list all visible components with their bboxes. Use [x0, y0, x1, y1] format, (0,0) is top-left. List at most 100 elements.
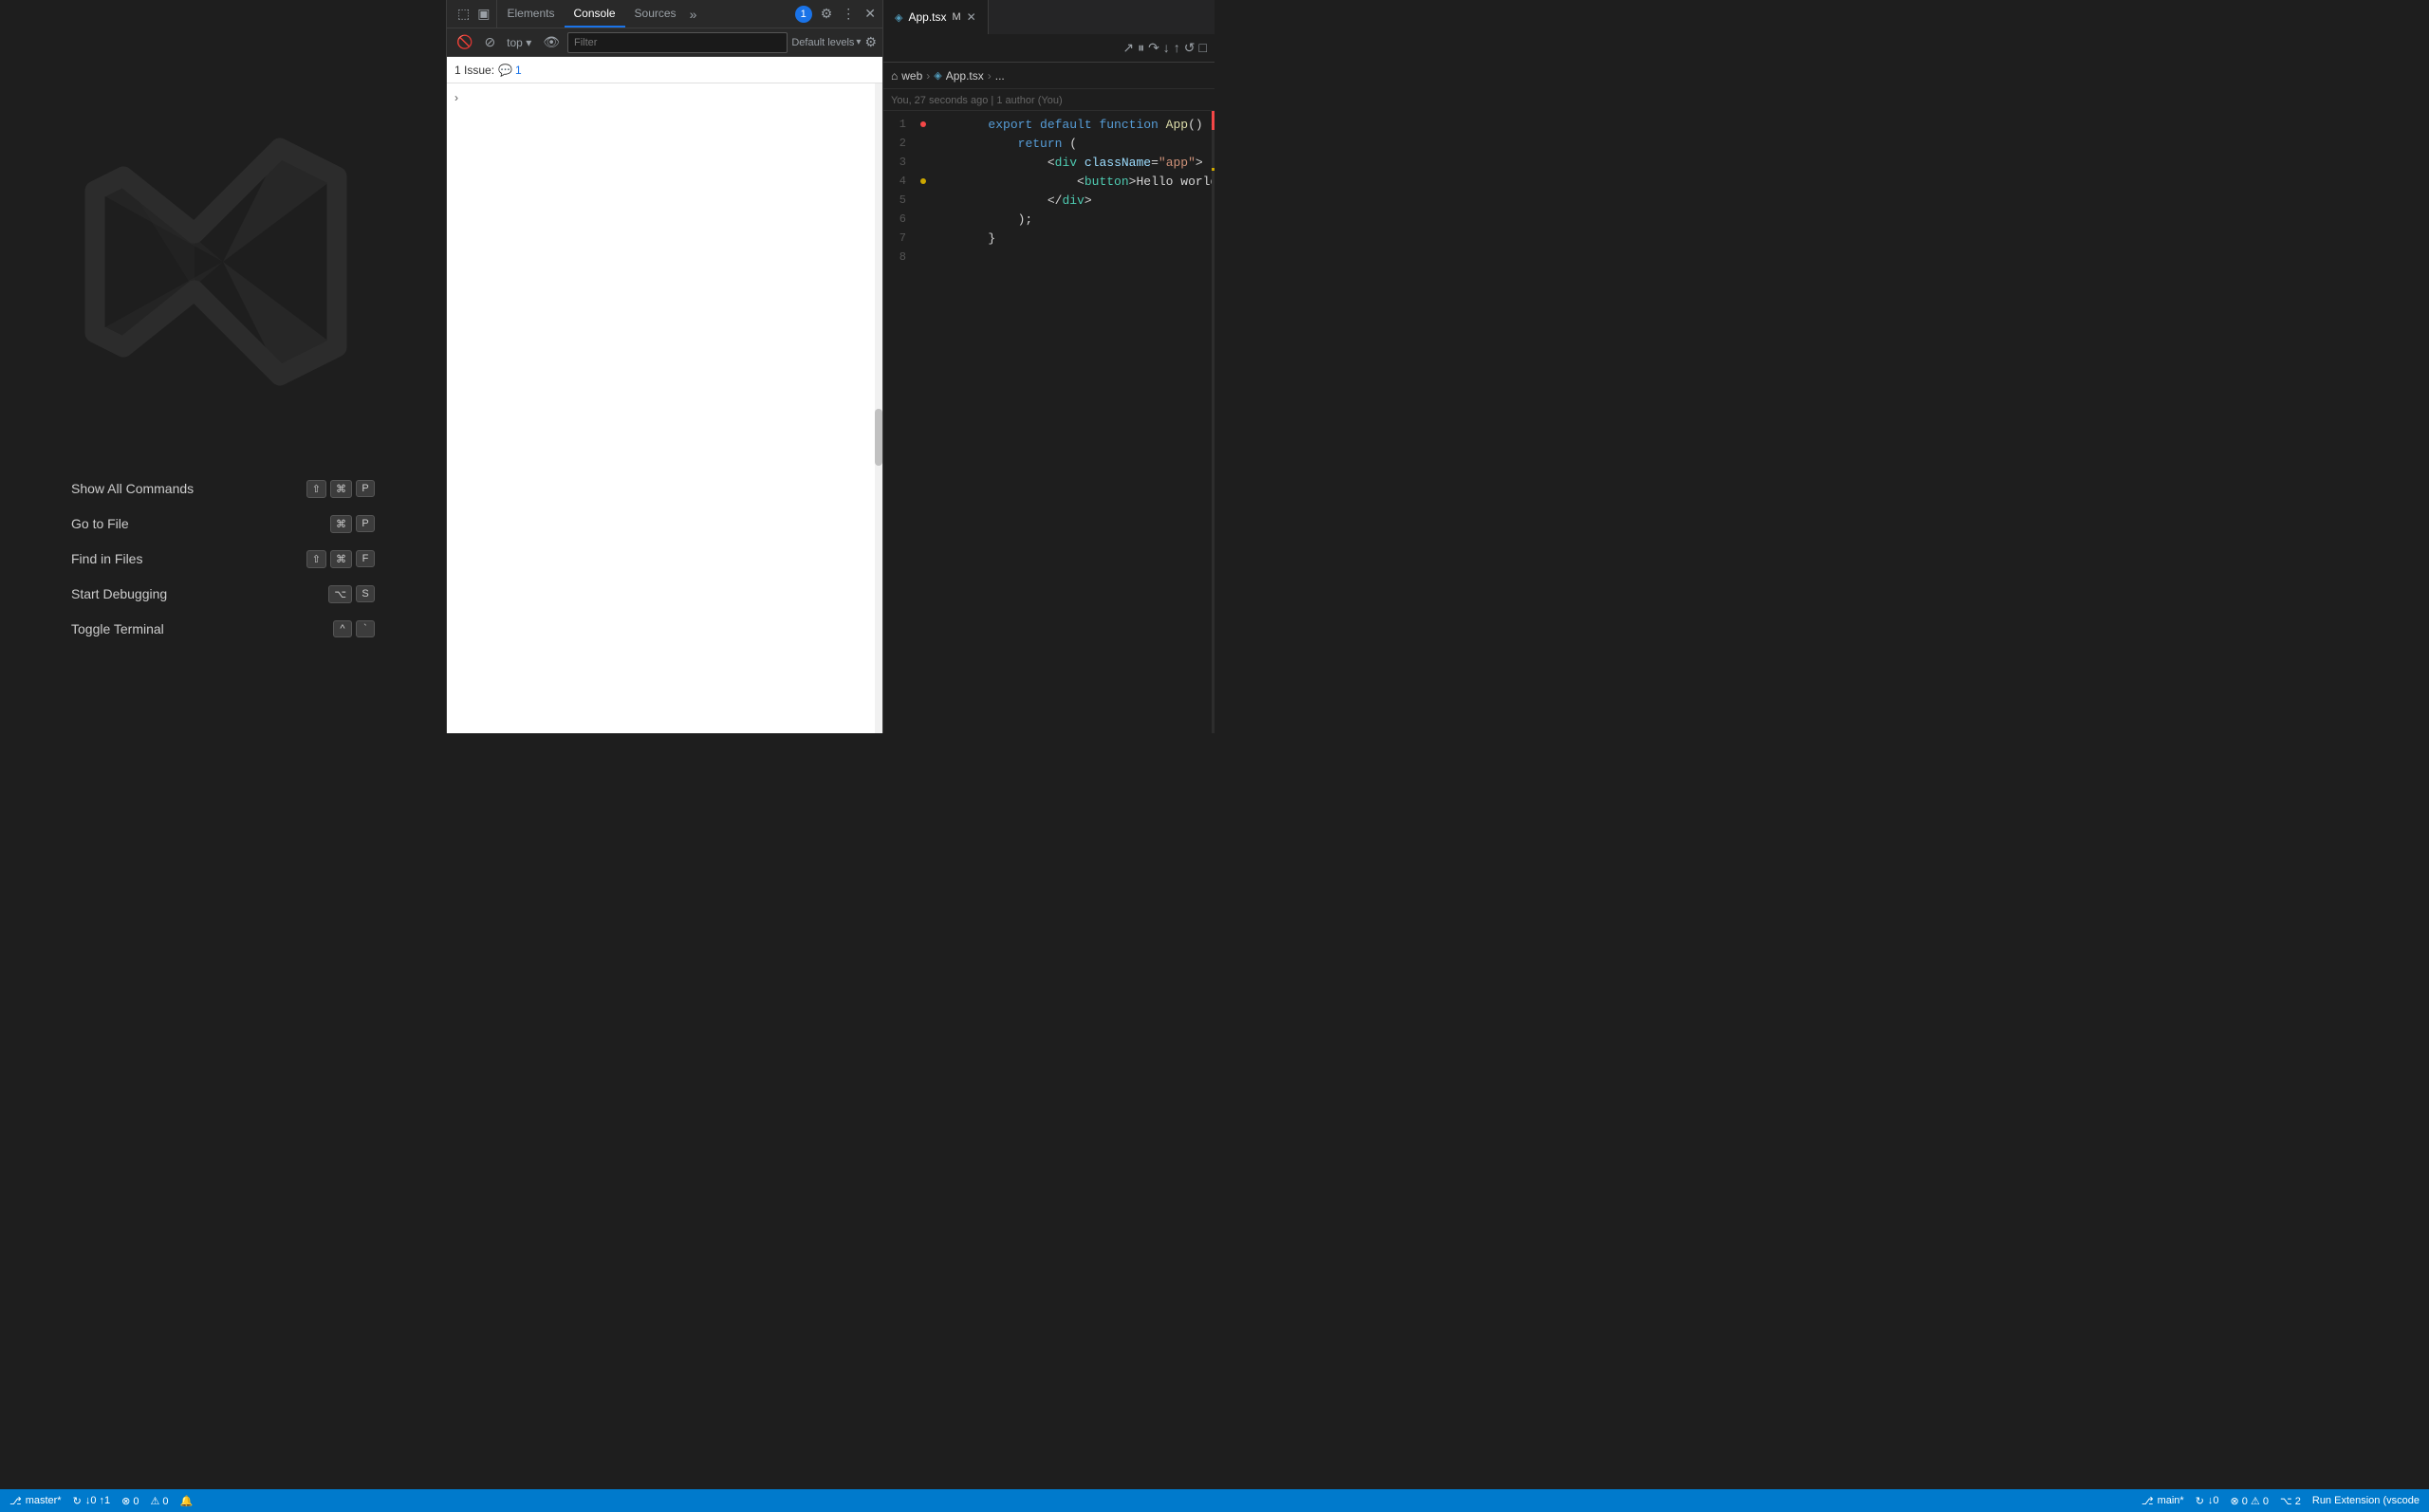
devtools-tab-icons: ⬚ ▣: [451, 0, 497, 28]
breadcrumb-sep1: ›: [926, 69, 930, 83]
shortcut-find-in-files[interactable]: Find in Files ⇧ ⌘ F: [71, 550, 375, 568]
issue-badge[interactable]: 💬 1: [498, 64, 522, 77]
errors-count[interactable]: ⊗ 0: [121, 1495, 139, 1507]
git-graph[interactable]: ⌥ 2: [2280, 1495, 2301, 1507]
key: ⌘: [330, 550, 352, 568]
key: `: [356, 620, 375, 637]
tab-console[interactable]: Console: [565, 0, 625, 28]
step-out-icon[interactable]: ↑: [1174, 40, 1180, 56]
console-toolbar: 🚫 ⊘ top ▾ 👁 Default levels ▾ ⚙: [447, 28, 882, 57]
goto-definition-icon[interactable]: ↗: [1122, 40, 1134, 56]
editor-scrollbar[interactable]: [1212, 111, 1214, 733]
right-errors[interactable]: ⊗ 0 ⚠ 0: [2231, 1495, 2269, 1507]
code-line-7: 7 }: [883, 229, 1214, 248]
step-into-icon[interactable]: ↓: [1163, 40, 1170, 56]
shortcut-label: Show All Commands: [71, 481, 194, 496]
key: ⌥: [328, 585, 352, 603]
device-icon[interactable]: ▣: [474, 6, 492, 22]
editor-toolbar: ↗ ⏸ ↷ ↓ ↑ ↺ □: [883, 34, 1214, 63]
breadcrumb-tsx-icon: ◈: [934, 69, 941, 82]
git-blame-info: You, 27 seconds ago | 1 author (You): [883, 89, 1214, 111]
more-options-icon[interactable]: ⋮: [839, 6, 858, 22]
issues-bar: 1 Issue: 💬 1: [447, 57, 882, 83]
restart-icon[interactable]: ↺: [1184, 40, 1196, 56]
filter-input[interactable]: [567, 32, 788, 53]
right-git-icon: ⎇: [2142, 1495, 2154, 1507]
vscode-background: Show All Commands ⇧ ⌘ P Go to File ⌘ P F…: [0, 0, 446, 756]
breadcrumb-web[interactable]: web: [901, 69, 922, 83]
right-sync[interactable]: ↻ ↓0: [2196, 1495, 2219, 1507]
devtools-tab-actions: 1 ⚙ ⋮ ✕: [795, 0, 879, 28]
close-devtools-icon[interactable]: ✕: [862, 6, 879, 22]
settings-icon[interactable]: ⚙: [818, 6, 836, 22]
line-number: 7: [883, 231, 918, 245]
shortcut-keys: ⌥ S: [328, 585, 375, 603]
close-tab-icon[interactable]: ✕: [967, 10, 976, 24]
tsx-icon: ◈: [895, 11, 902, 24]
editor-tab-modified: M: [953, 11, 961, 23]
shortcut-start-debugging[interactable]: Start Debugging ⌥ S: [71, 585, 375, 603]
breadcrumb-file[interactable]: App.tsx: [946, 69, 984, 83]
devtools-scrollbar[interactable]: [875, 83, 882, 733]
more-tabs-icon[interactable]: »: [686, 0, 701, 28]
inspect-icon[interactable]: ⬚: [454, 6, 473, 22]
key: S: [356, 585, 375, 602]
editor-breadcrumb: ⌂ web › ◈ App.tsx › ...: [883, 63, 1214, 89]
git-branch[interactable]: ⎇ master*: [9, 1495, 62, 1507]
right-branch[interactable]: ⎇ main*: [2142, 1495, 2184, 1507]
warnings-count[interactable]: ⚠ 0: [151, 1495, 169, 1507]
git-icon: ⎇: [9, 1495, 22, 1507]
shortcut-show-all-commands[interactable]: Show All Commands ⇧ ⌘ P: [71, 480, 375, 498]
line-number: 4: [883, 175, 918, 188]
branch-name: master*: [26, 1495, 62, 1506]
console-chevron-icon[interactable]: ›: [454, 91, 458, 104]
git-sync[interactable]: ↻ ↓0 ↑1: [73, 1495, 111, 1507]
shortcuts-panel: Show All Commands ⇧ ⌘ P Go to File ⌘ P F…: [71, 480, 375, 637]
console-content: ›: [447, 83, 882, 733]
line-gutter: [918, 178, 929, 184]
line-number: 2: [883, 137, 918, 150]
devtools-tab-bar: ⬚ ▣ Elements Console Sources » 1 ⚙ ⋮ ✕: [447, 0, 882, 28]
clear-console-icon[interactable]: 🚫: [453, 32, 476, 52]
console-settings-icon[interactable]: ⚙: [864, 34, 877, 50]
key: ⇧: [306, 480, 326, 498]
editor-tab-bar: ◈ App.tsx M ✕: [883, 0, 1214, 34]
eye-icon[interactable]: 👁: [539, 32, 564, 52]
devtools-scrollbar-thumb: [875, 409, 882, 466]
breadcrumb-more[interactable]: ...: [995, 69, 1005, 83]
bell-icon[interactable]: 🔔: [180, 1495, 194, 1507]
right-sync-count: ↓0: [2208, 1495, 2219, 1506]
pause-icon[interactable]: ⏸: [1138, 40, 1144, 56]
editor-tab-filename: App.tsx: [908, 10, 946, 24]
tab-elements[interactable]: Elements: [497, 0, 564, 28]
issue-icon: 💬: [498, 64, 512, 77]
line-number: 6: [883, 212, 918, 226]
shortcut-keys: ^ `: [333, 620, 375, 637]
error-scrollbar-marker: [1212, 111, 1214, 130]
shortcut-label: Start Debugging: [71, 586, 167, 601]
top-dropdown[interactable]: top ▾: [503, 34, 535, 51]
step-over-icon[interactable]: ↷: [1148, 40, 1159, 56]
key: ^: [333, 620, 352, 637]
level-dropdown-icon: ▾: [856, 37, 861, 47]
editor-toolbar-icons: ↗ ⏸ ↷ ↓ ↑ ↺ □: [1122, 40, 1207, 56]
stop-icon[interactable]: □: [1199, 40, 1207, 56]
level-select-container[interactable]: Default levels ▾: [791, 37, 861, 48]
devtools-panel: ⬚ ▣ Elements Console Sources » 1 ⚙ ⋮ ✕ 🚫…: [446, 0, 882, 733]
key: P: [356, 515, 375, 532]
shortcut-keys: ⇧ ⌘ P: [306, 480, 375, 498]
block-icon[interactable]: ⊘: [480, 32, 499, 52]
shortcut-go-to-file[interactable]: Go to File ⌘ P: [71, 515, 375, 533]
issues-text: 1 Issue:: [454, 64, 494, 77]
tab-sources[interactable]: Sources: [625, 0, 686, 28]
warning-scrollbar-marker: [1212, 168, 1214, 171]
vscode-logo: [81, 120, 365, 404]
key: ⇧: [306, 550, 326, 568]
editor-tab-apptsx[interactable]: ◈ App.tsx M ✕: [883, 0, 989, 34]
breadcrumb-sep2: ›: [988, 69, 992, 83]
run-extension[interactable]: Run Extension (vscode: [2312, 1495, 2420, 1506]
line-content: }: [929, 217, 995, 260]
shortcut-keys: ⇧ ⌘ F: [306, 550, 375, 568]
shortcut-label: Toggle Terminal: [71, 621, 164, 636]
shortcut-toggle-terminal[interactable]: Toggle Terminal ^ `: [71, 620, 375, 637]
